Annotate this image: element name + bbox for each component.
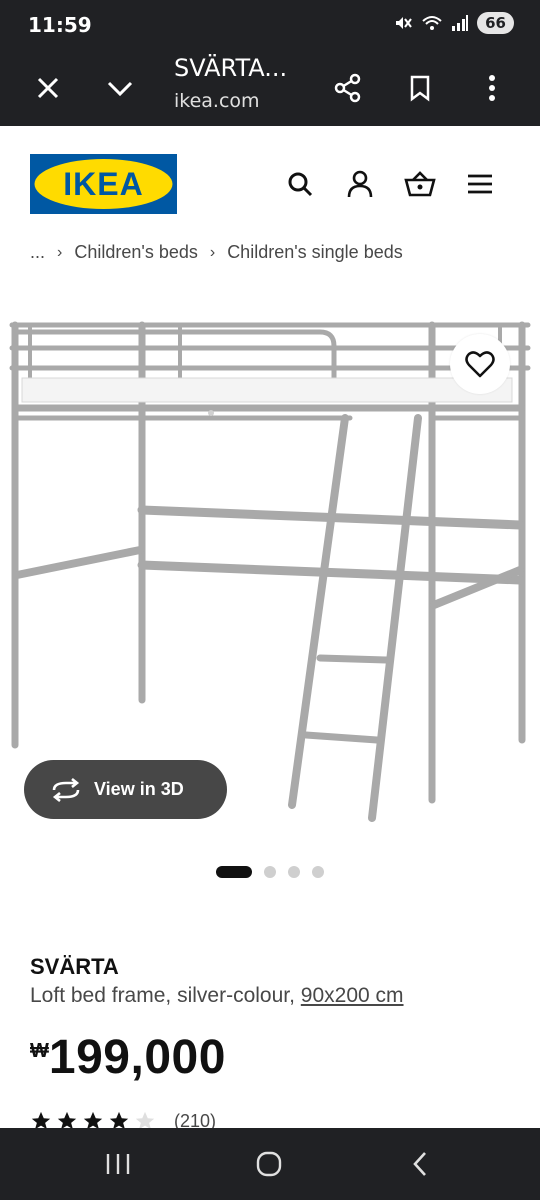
product-size-link[interactable]: 90x200 cm — [301, 984, 404, 1007]
gallery-pagination — [216, 866, 324, 878]
bookmark-button[interactable] — [396, 64, 444, 112]
system-navigation-bar — [0, 1128, 540, 1200]
wifi-icon — [422, 16, 442, 30]
system-icons: 66 — [393, 12, 514, 34]
logo-text: IKEA — [63, 166, 143, 202]
gallery-dot-2[interactable] — [264, 866, 276, 878]
home-button[interactable] — [239, 1144, 299, 1184]
breadcrumb-childrens-beds[interactable]: Children's beds — [74, 242, 198, 263]
cart-icon — [404, 171, 436, 197]
bookmark-icon — [410, 75, 430, 102]
add-to-wishlist-button[interactable] — [450, 334, 510, 394]
status-time: 11:59 — [28, 13, 92, 37]
menu-button[interactable] — [458, 160, 502, 208]
heart-icon — [465, 351, 495, 378]
share-icon — [334, 73, 361, 103]
battery-level: 66 — [485, 14, 506, 32]
currency-symbol: ₩ — [30, 1040, 49, 1062]
rotate-3d-icon — [52, 777, 80, 802]
account-button[interactable] — [338, 160, 382, 208]
view-in-3d-button[interactable]: View in 3D — [24, 760, 227, 819]
breadcrumb-ellipsis[interactable]: ... — [30, 242, 45, 263]
back-button[interactable] — [390, 1144, 450, 1184]
back-icon — [413, 1152, 426, 1176]
more-vert-icon — [489, 75, 495, 101]
gallery-dot-4[interactable] — [312, 866, 324, 878]
chevron-down-icon — [107, 81, 133, 97]
cart-button[interactable] — [398, 160, 442, 208]
home-icon — [256, 1151, 282, 1177]
search-icon — [288, 172, 313, 197]
recent-apps-button[interactable] — [88, 1144, 148, 1184]
recent-apps-icon — [106, 1154, 130, 1174]
product-description: Loft bed frame, silver-colour, 90x200 cm — [30, 984, 404, 1008]
mute-icon — [396, 17, 412, 29]
close-tab-button[interactable] — [24, 64, 72, 112]
account-icon — [347, 170, 373, 198]
page-title: SVÄRTA... — [174, 54, 288, 82]
gallery-dot-1[interactable] — [216, 866, 252, 878]
menu-icon — [468, 174, 492, 194]
page-url[interactable]: ikea.com — [174, 90, 260, 112]
chevron-right-icon: › — [209, 243, 216, 261]
product-name: SVÄRTA — [30, 954, 119, 979]
product-description-text: Loft bed frame, silver-colour, — [30, 984, 301, 1007]
more-options-button[interactable] — [468, 64, 516, 112]
battery-icon: 66 — [477, 12, 514, 34]
status-bar: 11:59 66 — [0, 0, 540, 50]
share-button[interactable] — [324, 64, 372, 112]
breadcrumb-childrens-single-beds[interactable]: Children's single beds — [227, 242, 403, 263]
view-in-3d-label: View in 3D — [94, 779, 184, 799]
signal-icon — [452, 15, 469, 31]
minimize-button[interactable] — [96, 64, 144, 112]
chevron-right-icon: › — [57, 243, 63, 261]
product-price: ₩ 199,000 — [30, 1030, 226, 1085]
gallery-dot-3[interactable] — [288, 866, 300, 878]
close-icon — [37, 77, 59, 99]
breadcrumb: ... › Children's beds › Children's singl… — [30, 242, 403, 263]
ikea-logo[interactable]: IKEA — [30, 154, 177, 214]
search-button[interactable] — [278, 160, 322, 208]
browser-toolbar: SVÄRTA... ikea.com — [0, 50, 540, 126]
price-value: 199,000 — [48, 1031, 226, 1084]
